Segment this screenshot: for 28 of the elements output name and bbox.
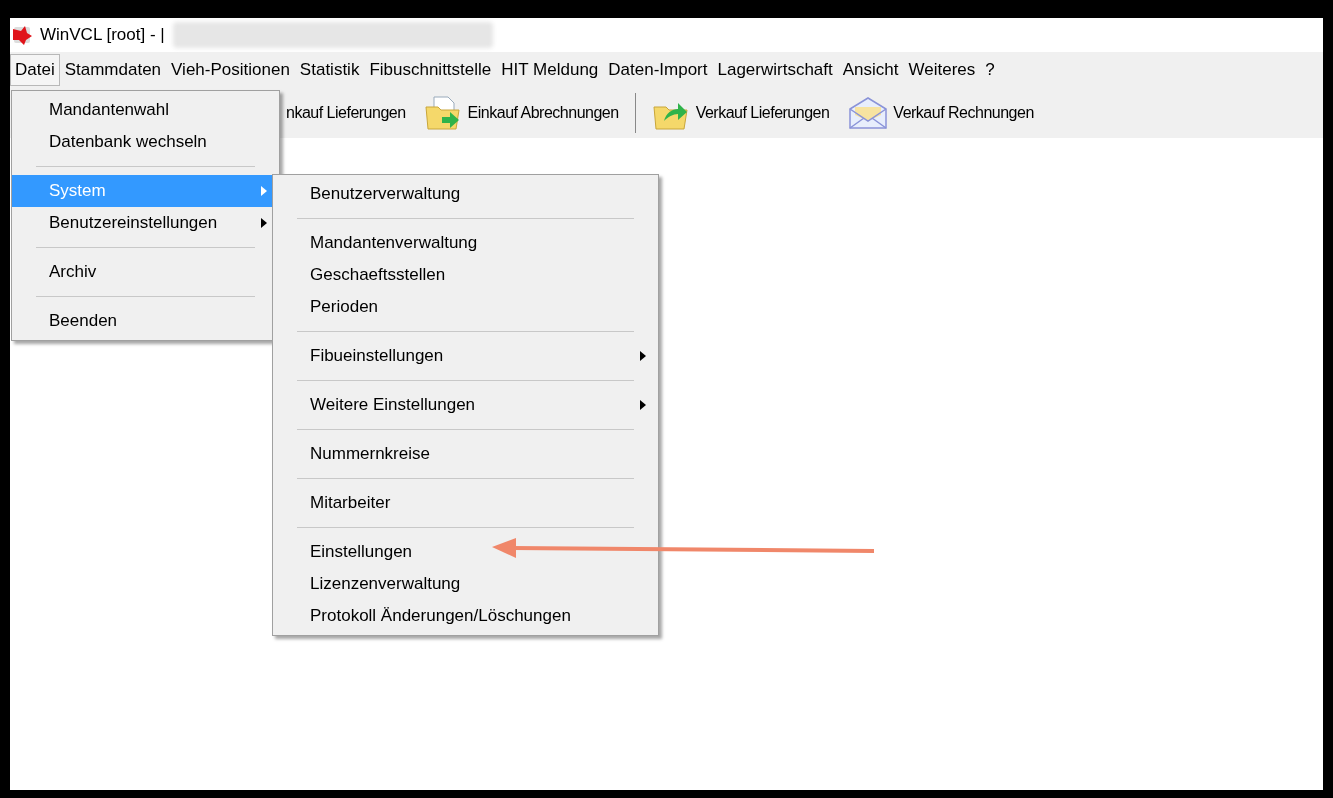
menu-item[interactable]: Weitere Einstellungen [273, 389, 658, 421]
toolbar-button[interactable]: Einkauf Abrechnungen [421, 91, 621, 135]
toolbar-button[interactable]: nkauf Lieferungen [284, 91, 408, 135]
menu-item[interactable]: Fibueinstellungen [273, 340, 658, 372]
menu-bar-item[interactable]: ? [980, 54, 1000, 86]
menu-bar-item[interactable]: Lagerwirtschaft [712, 54, 838, 86]
menu-item[interactable]: Datenbank wechseln [12, 126, 279, 158]
menu-bar-item[interactable]: HIT Meldung [496, 54, 604, 86]
menu-bar-item[interactable]: Datei [10, 54, 60, 86]
menu-bar-item[interactable]: Daten-Import [603, 54, 713, 86]
menu-item[interactable]: Mitarbeiter [273, 487, 658, 519]
toolbar-button[interactable]: Verkauf Rechnungen [845, 91, 1036, 135]
toolbar-button[interactable]: Verkauf Lieferungen [649, 91, 832, 135]
menu-item[interactable]: Geschaeftsstellen [273, 259, 658, 291]
menu-bar-item[interactable]: Statistik [294, 54, 365, 86]
envelope-icon [847, 95, 890, 131]
menu-item[interactable]: Lizenzenverwaltung [273, 568, 658, 600]
menu-bar-item[interactable]: Vieh-Positionen [166, 54, 295, 86]
menu-bar-item[interactable]: Ansicht [837, 54, 904, 86]
window-title: WinVCL [root] - | [40, 24, 165, 47]
menu-item[interactable]: Perioden [273, 291, 658, 323]
menu-bar-item[interactable]: Weiteres [903, 54, 981, 86]
menu-item[interactable]: Nummernkreise [273, 438, 658, 470]
menu-bar-item[interactable]: Fibuschnittstelle [364, 54, 497, 86]
menu-item[interactable]: Protokoll Änderungen/Löschungen [273, 600, 658, 632]
app-icon [12, 25, 32, 45]
menu-bar-item[interactable]: Stammdaten [59, 54, 167, 86]
menu-item[interactable]: Mandantenwahl [12, 94, 279, 126]
